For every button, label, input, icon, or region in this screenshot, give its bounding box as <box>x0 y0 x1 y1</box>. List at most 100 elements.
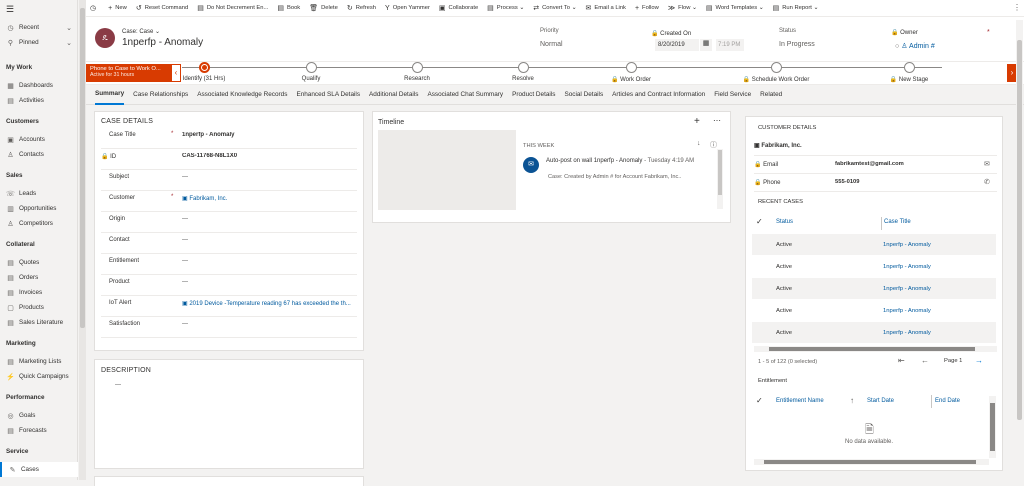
sort-icon[interactable]: ↓ <box>697 140 701 147</box>
more-icon[interactable]: ⋯ <box>713 116 721 125</box>
table-row[interactable]: Active 1nperfp - Anomaly <box>752 234 996 255</box>
grid-scrollbar[interactable] <box>754 346 997 352</box>
sidebar-item-contacts[interactable]: ♙ Contacts <box>0 147 78 162</box>
tab-field-service[interactable]: Field Service <box>714 85 751 105</box>
sidebar-item-quotes[interactable]: ▤ Quotes <box>0 255 78 270</box>
command-word-templates[interactable]: ▤ Word Templates ⌄ <box>706 4 764 12</box>
table-row[interactable]: Active 1nperfp - Anomaly <box>752 256 996 277</box>
command-refresh[interactable]: ↻ Refresh <box>347 4 376 12</box>
command-open-yammer[interactable]: Y Open Yammer <box>385 5 430 12</box>
command-flow[interactable]: ≫ Flow ⌄ <box>668 4 697 12</box>
sidebar-item-accounts[interactable]: ▣ Accounts <box>0 132 78 147</box>
cell-case-title[interactable]: 1nperfp - Anomaly <box>883 308 931 314</box>
sidebar-item-products[interactable]: ▢ Products <box>0 300 78 315</box>
cell-case-title[interactable]: 1nperfp - Anomaly <box>883 264 931 270</box>
cell-case-title[interactable]: 1nperfp - Anomaly <box>883 242 931 248</box>
sidebar-item-opportunities[interactable]: ▥ Opportunities <box>0 201 78 216</box>
sidebar-item-marketing-lists[interactable]: ▤ Marketing Lists <box>0 354 78 369</box>
command-do-not-decrement-en[interactable]: ▤ Do Not Decrement En... <box>197 4 268 12</box>
command-book[interactable]: ▤ Book <box>277 4 300 12</box>
priority-value[interactable]: Normal <box>540 41 563 48</box>
command-process[interactable]: ▤ Process ⌄ <box>487 4 524 12</box>
field-value[interactable]: --- <box>182 174 358 180</box>
command-convert-to[interactable]: ⇄ Convert To ⌄ <box>533 4 576 12</box>
tab-additional-details[interactable]: Additional Details <box>369 85 418 105</box>
first-page-icon[interactable]: ⇤ <box>898 356 905 365</box>
table-row[interactable]: Active 1nperfp - Anomaly <box>752 278 996 299</box>
email-icon[interactable]: ✉ <box>984 160 990 168</box>
prev-page-icon[interactable]: ← <box>921 356 929 365</box>
sidebar-item-activities[interactable]: ▤ Activities <box>0 93 78 108</box>
process-flag[interactable]: Phone to Case to Work O... Active for 31… <box>86 64 171 82</box>
add-icon[interactable]: + <box>694 116 700 127</box>
timeline-scrollbar[interactable] <box>717 149 723 209</box>
sidebar-item-sales-literature[interactable]: ▤ Sales Literature <box>0 315 78 330</box>
sidebar-item-goals[interactable]: ◎ Goals <box>0 408 78 423</box>
col-case-title[interactable]: Case Title <box>884 219 911 225</box>
description-value[interactable]: --- <box>115 382 121 388</box>
phone-icon[interactable]: ✆ <box>984 178 990 186</box>
cell-case-title[interactable]: 1nperfp - Anomaly <box>883 286 931 292</box>
command-run-report[interactable]: ▤ Run Report ⌄ <box>773 4 819 12</box>
tab-product-details[interactable]: Product Details <box>512 85 555 105</box>
sidebar-item-cases[interactable]: ✎ Cases <box>0 462 78 477</box>
sidebar-item-competitors[interactable]: ♙ Competitors <box>0 216 78 231</box>
field-value[interactable]: --- <box>182 216 358 222</box>
bpf-stage[interactable]: Research <box>377 62 457 82</box>
sidebar-item-orders[interactable]: ▤ Orders <box>0 270 78 285</box>
tab-associated-knowledge-records[interactable]: Associated Knowledge Records <box>197 85 287 105</box>
field-value[interactable]: CAS-11768-N8L1X0 <box>182 153 358 159</box>
command-collaborate[interactable]: ▣ Collaborate <box>439 4 478 12</box>
command-email-a-link[interactable]: ✉ Email a Link <box>586 4 626 12</box>
bpf-stage[interactable]: Qualify <box>271 62 351 82</box>
cell-case-title[interactable]: 1nperfp - Anomaly <box>883 330 931 336</box>
filter-icon[interactable]: ⓘ <box>710 140 717 150</box>
table-row[interactable]: Active 1nperfp - Anomaly <box>752 300 996 321</box>
bpf-stage[interactable]: 🔒 New Stage <box>869 62 949 83</box>
command-new[interactable]: + New <box>108 5 127 12</box>
tab-articles-and-contract-information[interactable]: Articles and Contract Information <box>612 85 705 105</box>
col-entitlement-name[interactable]: Entitlement Name <box>776 398 824 404</box>
entity-form-selector[interactable]: Case: Case ⌄ <box>122 28 160 35</box>
col-start-date[interactable]: Start Date <box>867 398 894 404</box>
bpf-stage[interactable]: Resolve <box>483 62 563 82</box>
sidebar-item-forecasts[interactable]: ▤ Forecasts <box>0 423 78 438</box>
sidebar-item-dashboards[interactable]: ▦ Dashboards <box>0 78 78 93</box>
email-value[interactable]: fabrikamtest@gmail.com <box>835 161 904 167</box>
hamburger-icon[interactable]: ☰ <box>6 4 14 15</box>
sidebar-item-invoices[interactable]: ▤ Invoices <box>0 285 78 300</box>
page-scrollbar[interactable] <box>1016 20 1023 475</box>
next-page-icon[interactable]: → <box>975 356 983 365</box>
field-value[interactable]: ▣ Fabrikam, Inc. <box>182 195 358 202</box>
select-all-check-icon[interactable]: ✓ <box>756 396 763 405</box>
entitlement-hscrollbar[interactable] <box>754 459 989 465</box>
select-all-check-icon[interactable]: ✓ <box>756 217 763 226</box>
field-value[interactable]: ▣ 2019 Device -Temperature reading 67 ha… <box>182 300 358 307</box>
tab-related[interactable]: Related <box>760 85 782 105</box>
tab-summary[interactable]: Summary <box>95 85 125 105</box>
sidebar-item-pinned[interactable]: ⚲ Pinned ⌄ <box>0 35 78 50</box>
field-value[interactable]: --- <box>182 321 358 327</box>
customer-name[interactable]: ▣ Fabrikam, Inc. <box>754 142 802 149</box>
tab-associated-chat-summary[interactable]: Associated Chat Summary <box>427 85 503 105</box>
tab-enhanced-sla-details[interactable]: Enhanced SLA Details <box>296 85 360 105</box>
table-row[interactable]: Active 1nperfp - Anomaly <box>752 322 996 343</box>
bpf-stage[interactable]: Identify (31 Hrs) <box>164 62 244 82</box>
post-header[interactable]: Auto-post on wall 1nperfp - Anomaly - Tu… <box>546 158 694 164</box>
phone-value[interactable]: 555-0109 <box>835 179 860 185</box>
command-follow[interactable]: + Follow <box>635 5 659 12</box>
field-value[interactable]: 1nperfp - Anomaly <box>182 132 358 138</box>
owner-value[interactable]: ○ ♙ Admin # <box>895 42 935 50</box>
bpf-stage[interactable]: 🔒 Work Order <box>591 62 671 83</box>
sidebar-item-recent[interactable]: ◷ Recent ⌄ <box>0 20 78 35</box>
sidebar-item-leads[interactable]: ☏ Leads <box>0 186 78 201</box>
entitlement-scrollbar[interactable] <box>989 396 996 458</box>
col-status[interactable]: Status <box>776 219 793 225</box>
tab-social-details[interactable]: Social Details <box>564 85 603 105</box>
bpf-stage[interactable]: 🔒 Schedule Work Order <box>736 62 816 83</box>
tab-case-relationships[interactable]: Case Relationships <box>133 85 188 105</box>
command-history[interactable]: ◷ <box>90 4 99 12</box>
sidebar-scrollbar[interactable] <box>79 0 86 480</box>
sort-ascending-icon[interactable]: ↑ <box>850 396 854 405</box>
command-delete[interactable]: 🗑 Delete <box>309 4 338 12</box>
